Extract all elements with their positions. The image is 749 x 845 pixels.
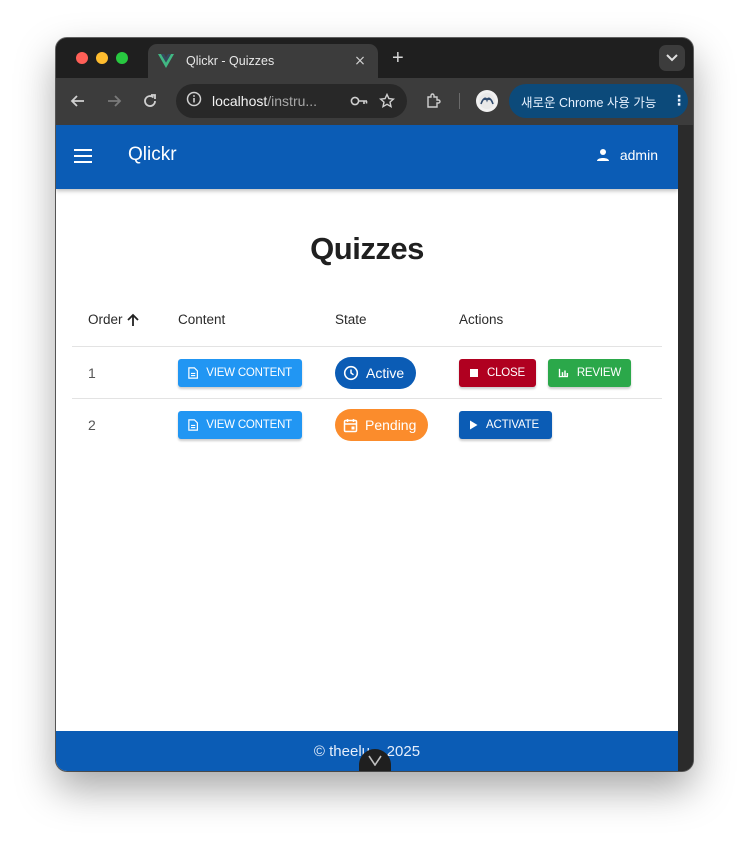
key-icon[interactable] [349,91,369,111]
chrome-update-button[interactable]: 새로운 Chrome 사용 가능 ⋮ [509,84,688,118]
chrome-update-label: 새로운 Chrome 사용 가능 [521,95,657,110]
username: admin [619,147,658,163]
column-order-label: Order [88,312,123,327]
extensions-icon[interactable] [423,91,443,111]
forward-icon[interactable] [104,91,124,111]
url-path: /instru... [267,93,318,109]
app-bar: Qlickr admin [56,125,678,189]
view-content-button[interactable]: VIEW CONTENT [178,411,302,439]
document-icon [188,419,198,431]
state-label: Active [366,365,405,381]
state-label: Pending [365,417,417,433]
activate-button[interactable]: ACTIVATE [459,411,552,439]
review-label: REVIEW [576,367,621,379]
new-tab-button[interactable]: + [392,48,404,68]
browser-tab[interactable]: Qlickr - Quizzes × [148,44,378,78]
profile-avatar-icon[interactable] [476,90,498,112]
document-icon [188,367,198,379]
url-host: localhost [212,93,268,109]
tab-close-icon[interactable]: × [352,53,368,69]
vue-logo-icon [158,53,176,69]
page-viewport: Qlickr admin Quizzes Order Content State… [56,125,678,771]
star-icon[interactable] [377,91,397,111]
toolbar-separator [459,93,460,109]
column-actions-header: Actions [459,312,504,327]
more-icon[interactable]: ⋮ [670,93,688,109]
chevron-down-icon [666,54,678,62]
page-scrollbar[interactable] [678,125,693,771]
site-info-icon[interactable] [186,91,202,111]
table-header: Order Content State Actions [72,295,662,347]
browser-window: Qlickr - Quizzes × + localhost/instru... [56,38,693,771]
reload-icon[interactable] [140,91,160,111]
tab-strip: Qlickr - Quizzes × + [56,38,693,78]
review-button[interactable]: REVIEW [548,359,631,387]
row-order: 2 [88,417,96,433]
chevron-down-icon [368,755,382,766]
column-content-header: Content [178,312,226,327]
bar-chart-icon [558,368,569,378]
play-icon [470,420,478,430]
tab-search-button[interactable] [659,45,685,71]
page-title: Quizzes [310,231,424,266]
table-row: 1 VIEW CONTENT Active CLOSE REVIEW [72,347,662,399]
back-icon[interactable] [68,91,88,111]
row-order: 1 [88,365,96,381]
close-quiz-button[interactable]: CLOSE [459,359,536,387]
table-row: 2 VIEW CONTENT Pending ACTIVATE [72,399,662,451]
state-chip-pending: Pending [335,409,429,441]
arrow-up-icon [126,313,139,326]
user-menu[interactable]: admin [596,147,658,163]
activate-label: ACTIVATE [486,419,539,431]
window-close-button[interactable] [76,52,88,64]
browser-toolbar: localhost/instru... 새로운 Chrome 사용 가능 ⋮ [56,78,693,125]
app-title[interactable]: Qlickr [128,144,177,166]
stop-icon [470,369,478,377]
column-state-header: State [335,312,367,327]
menu-icon[interactable] [74,149,92,163]
window-zoom-button[interactable] [116,52,128,64]
calendar-icon [343,418,358,432]
window-minimize-button[interactable] [96,52,108,64]
person-icon [596,149,609,161]
column-order-header[interactable]: Order [88,312,140,327]
view-content-label: VIEW CONTENT [206,419,292,431]
quizzes-table: Order Content State Actions 1 VIEW CONTE… [72,295,662,451]
url-text: localhost/instru... [212,93,341,109]
clock-icon [343,365,359,381]
view-content-button[interactable]: VIEW CONTENT [178,359,302,387]
state-chip-active: Active [335,357,417,389]
view-content-label: VIEW CONTENT [206,367,292,379]
address-bar[interactable]: localhost/instru... [176,84,407,118]
tab-title: Qlickr - Quizzes [186,54,275,68]
close-label: CLOSE [487,367,525,379]
